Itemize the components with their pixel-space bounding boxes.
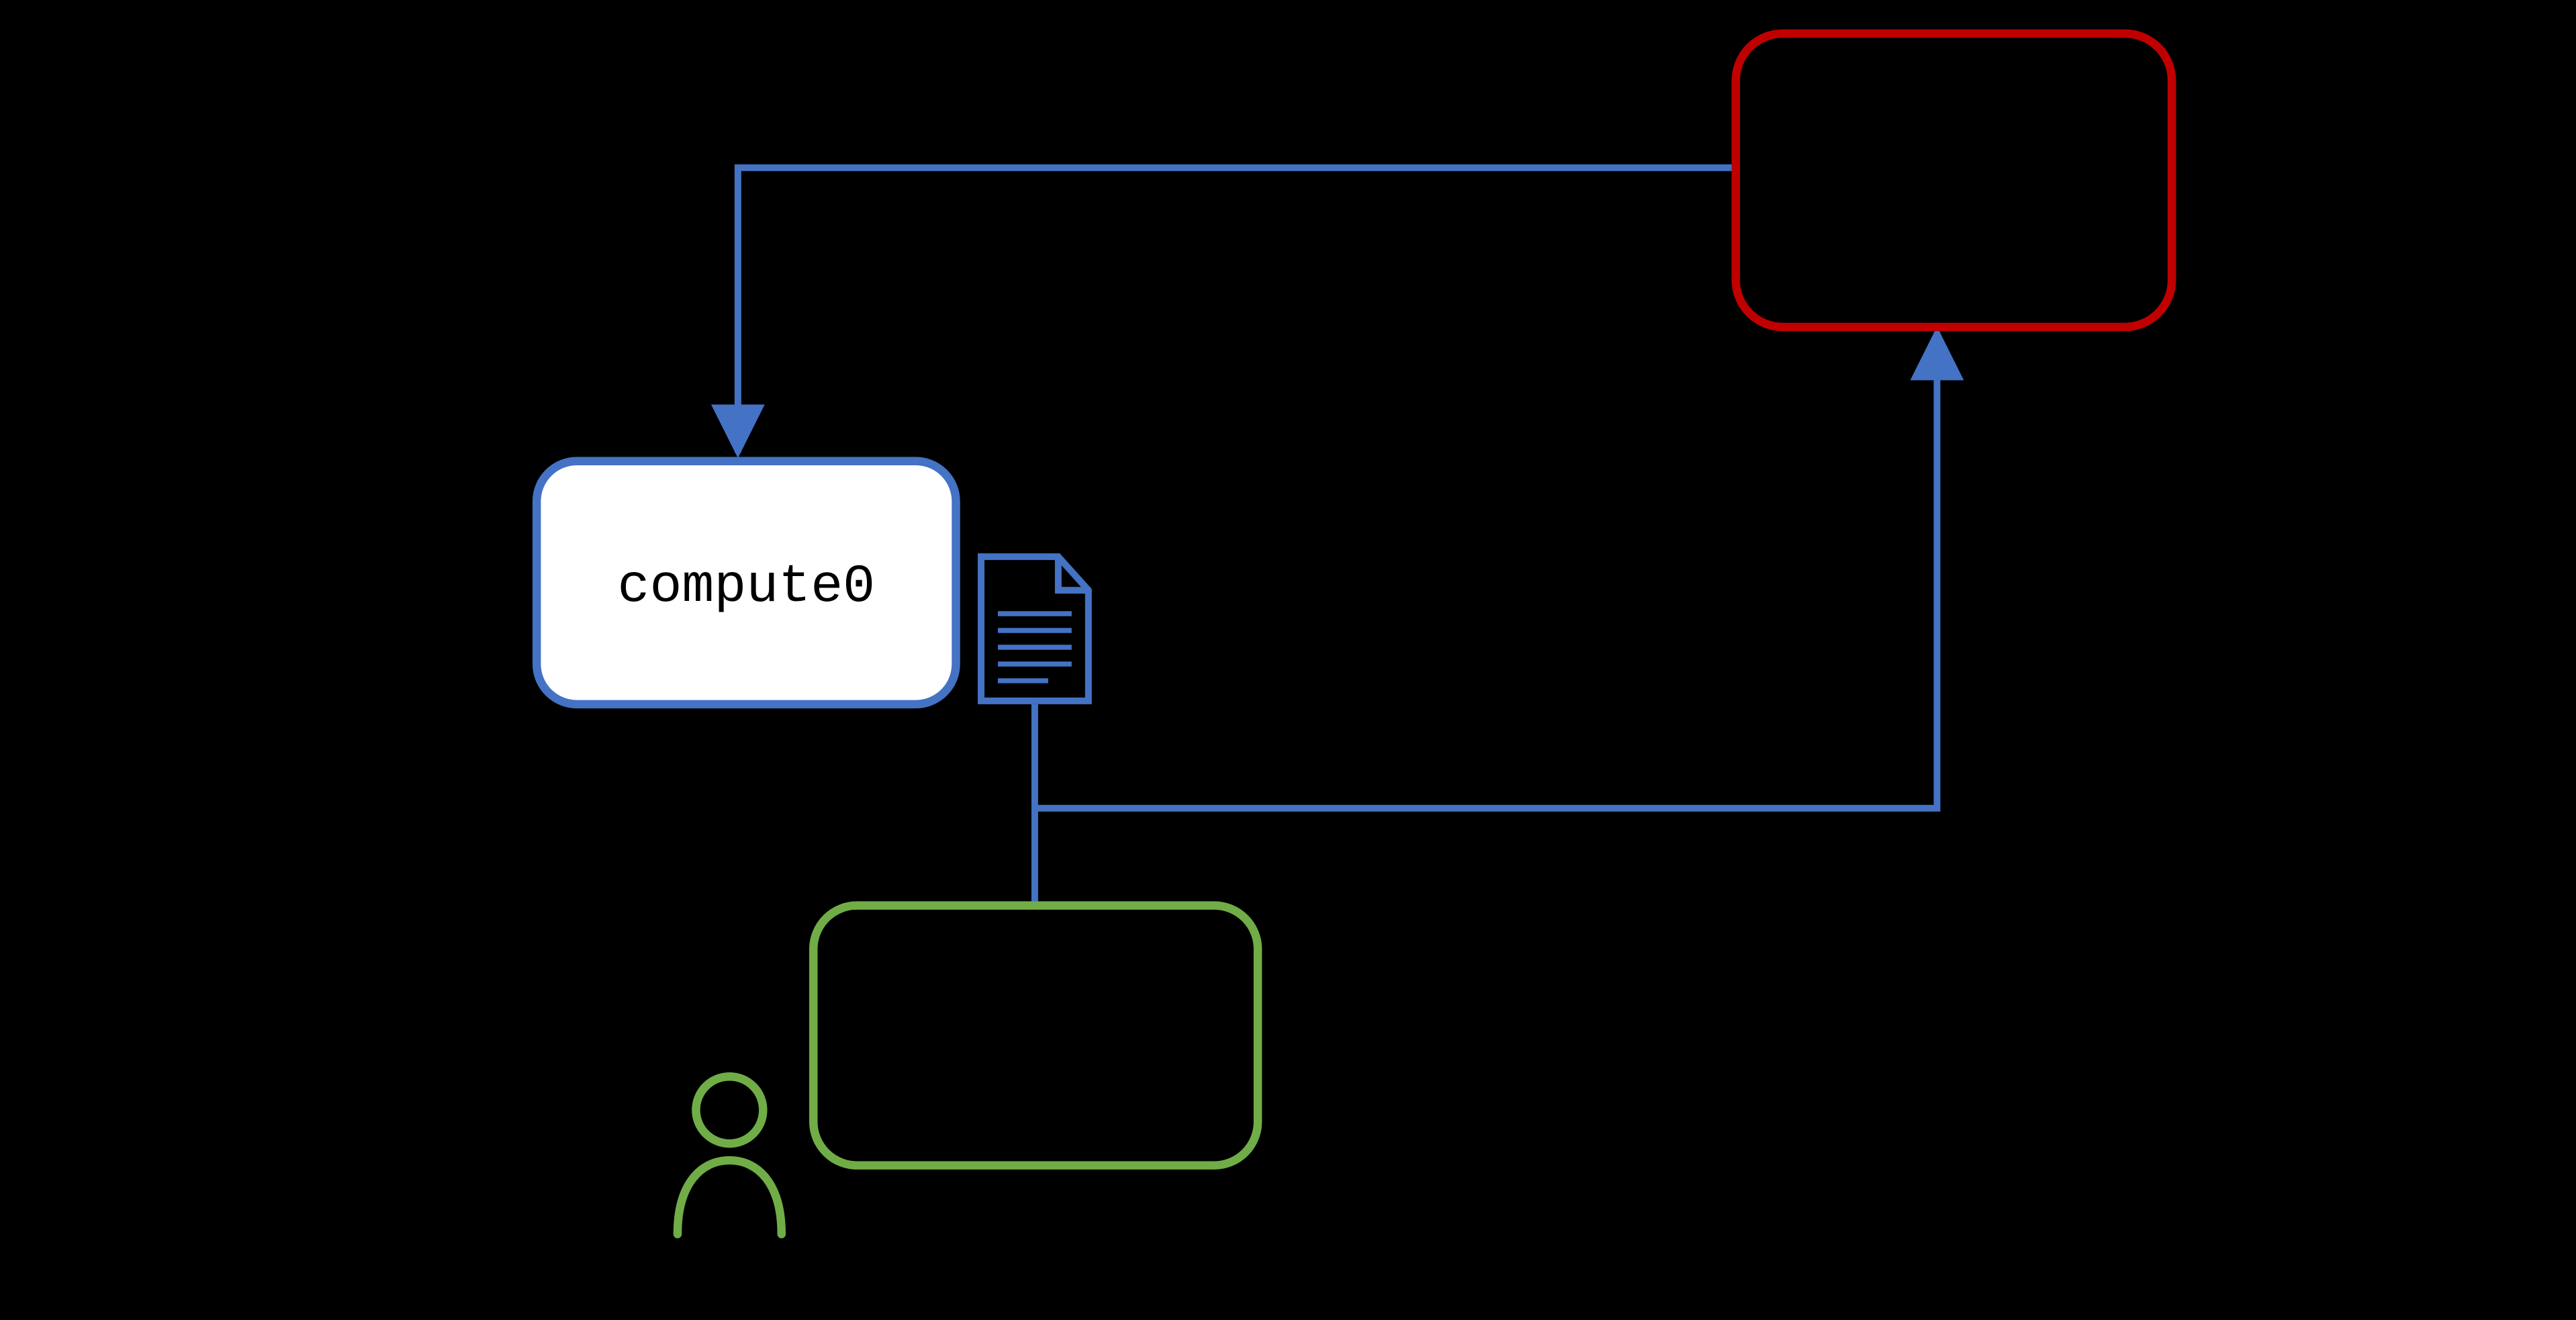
user-icon (678, 1076, 782, 1234)
node-red (1736, 34, 2172, 327)
connector-doc-to-red (1035, 332, 1937, 808)
connector-red-to-compute0 (738, 168, 1736, 453)
node-compute0-label: compute0 (618, 556, 876, 617)
document-icon (981, 557, 1089, 701)
node-green (813, 906, 1258, 1166)
diagram-canvas: compute0 (0, 0, 2576, 1320)
node-compute0: compute0 (537, 461, 956, 704)
